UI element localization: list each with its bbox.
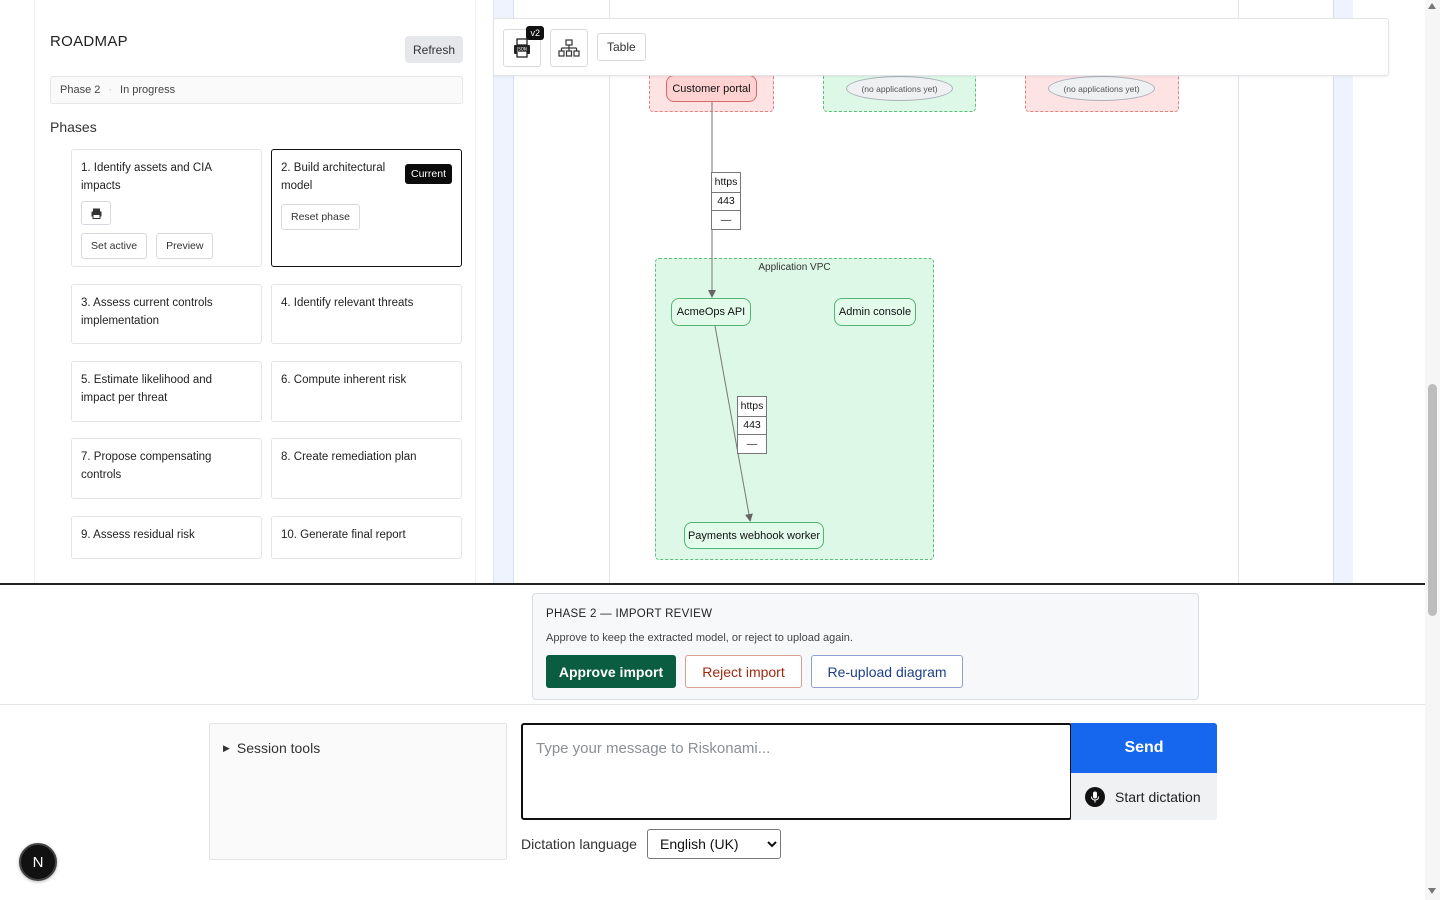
scroll-thumb[interactable]: [1428, 384, 1437, 616]
roadmap-panel: ROADMAP Refresh Phase 2 · In progress Ph…: [34, 0, 476, 583]
phase-card-10[interactable]: 10. Generate final report: [271, 516, 462, 559]
document-icon-button[interactable]: [81, 201, 111, 225]
edge-label-2[interactable]: https 443 —: [737, 396, 767, 454]
expand-triangle-icon: ▶: [223, 742, 230, 753]
edge-protocol: https: [740, 400, 764, 413]
review-title: PHASE 2 — IMPORT REVIEW: [546, 608, 713, 620]
session-tools-panel: ▶ Session tools: [209, 723, 507, 860]
phase-card-8[interactable]: 8. Create remediation plan: [271, 438, 462, 499]
preview-button[interactable]: Preview: [156, 233, 214, 259]
hierarchy-icon: [558, 39, 580, 57]
phase-card-3[interactable]: 3. Assess current controls implementatio…: [71, 284, 262, 344]
roadmap-title: ROADMAP: [50, 33, 128, 50]
phase-title: 9. Assess residual risk: [81, 529, 195, 541]
json-file-icon: JSON: [514, 38, 530, 58]
phase-title: 4. Identify relevant threats: [281, 297, 414, 309]
phase-title: 2. Build architectural model: [281, 162, 386, 192]
version-badge: v2: [526, 26, 544, 40]
dictation-language-select[interactable]: English (UK): [647, 829, 781, 859]
status-text: In progress: [120, 84, 176, 96]
status-separator: ·: [108, 84, 113, 96]
table-view-button[interactable]: Table: [597, 33, 646, 61]
page-scrollbar[interactable]: [1425, 0, 1440, 900]
send-button[interactable]: Send: [1071, 723, 1217, 773]
phase-title: 7. Propose compensating controls: [81, 451, 212, 481]
status-phase: Phase 2: [60, 84, 101, 96]
phase-card-1[interactable]: 1. Identify assets and CIA impacts Set a…: [71, 149, 262, 267]
import-review-panel: PHASE 2 — IMPORT REVIEW Approve to keep …: [532, 593, 1199, 700]
phase-title: 10. Generate final report: [281, 529, 406, 541]
phase-card-5[interactable]: 5. Estimate likelihood and impact per th…: [71, 361, 262, 422]
reupload-diagram-button[interactable]: Re-upload diagram: [811, 655, 963, 688]
phase-card-6[interactable]: 6. Compute inherent risk: [271, 361, 462, 422]
message-input[interactable]: [521, 723, 1072, 820]
set-active-button[interactable]: Set active: [81, 233, 148, 259]
session-tools-toggle[interactable]: ▶ Session tools: [223, 740, 320, 756]
start-dictation-button[interactable]: Start dictation: [1071, 773, 1217, 820]
dictation-label: Start dictation: [1115, 788, 1201, 805]
svg-text:JSON: JSON: [516, 47, 527, 52]
current-badge: Current: [404, 164, 452, 184]
refresh-button[interactable]: Refresh: [405, 36, 463, 63]
hierarchy-view-button[interactable]: [550, 29, 588, 67]
app-page: ROADMAP Refresh Phase 2 · In progress Ph…: [0, 0, 1440, 900]
phase-card-4[interactable]: 4. Identify relevant threats: [271, 284, 462, 344]
phase-card-2[interactable]: 2. Build architectural model Current Res…: [271, 149, 462, 267]
edge-port: 443: [712, 191, 740, 211]
section-divider[interactable]: [0, 583, 1425, 585]
diagram-edges: [708, 102, 753, 522]
edge-extra: —: [738, 434, 766, 453]
edge-protocol: https: [714, 176, 738, 189]
phase-title: 6. Compute inherent risk: [281, 374, 407, 386]
section-divider: [0, 704, 1425, 705]
microphone-icon: [1085, 786, 1105, 807]
diagram-toolbar: JSON v2 Table: [493, 18, 1389, 76]
phase-title: 3. Assess current controls implementatio…: [81, 297, 213, 327]
phase-card-7[interactable]: 7. Propose compensating controls: [71, 438, 262, 499]
reject-import-button[interactable]: Reject import: [685, 655, 802, 688]
scroll-down-arrow-icon[interactable]: [1428, 888, 1436, 894]
edge-extra: —: [712, 210, 740, 229]
phase-title: 1. Identify assets and CIA impacts: [81, 162, 212, 192]
export-json-button[interactable]: JSON v2: [503, 26, 544, 67]
phases-heading: Phases: [50, 119, 97, 135]
dictation-language-label: Dictation language: [521, 836, 637, 852]
phase-title: 5. Estimate likelihood and impact per th…: [81, 374, 213, 404]
session-tools-label: Session tools: [236, 740, 321, 756]
scroll-up-arrow-icon[interactable]: [1428, 3, 1436, 9]
document-icon: [91, 208, 101, 219]
edge-port: 443: [738, 415, 766, 435]
phase-card-9[interactable]: 9. Assess residual risk: [71, 516, 262, 559]
avatar[interactable]: N: [19, 843, 57, 881]
phase-title: 8. Create remediation plan: [281, 451, 417, 463]
phase-status-bar: Phase 2 · In progress: [50, 76, 463, 104]
reset-phase-button[interactable]: Reset phase: [281, 204, 360, 230]
edge-label-1[interactable]: https 443 —: [711, 172, 741, 230]
approve-import-button[interactable]: Approve import: [546, 655, 676, 688]
review-description: Approve to keep the extracted model, or …: [546, 632, 853, 644]
architecture-diagram-canvas[interactable]: (no applications yet) (no applications y…: [493, 0, 1353, 583]
